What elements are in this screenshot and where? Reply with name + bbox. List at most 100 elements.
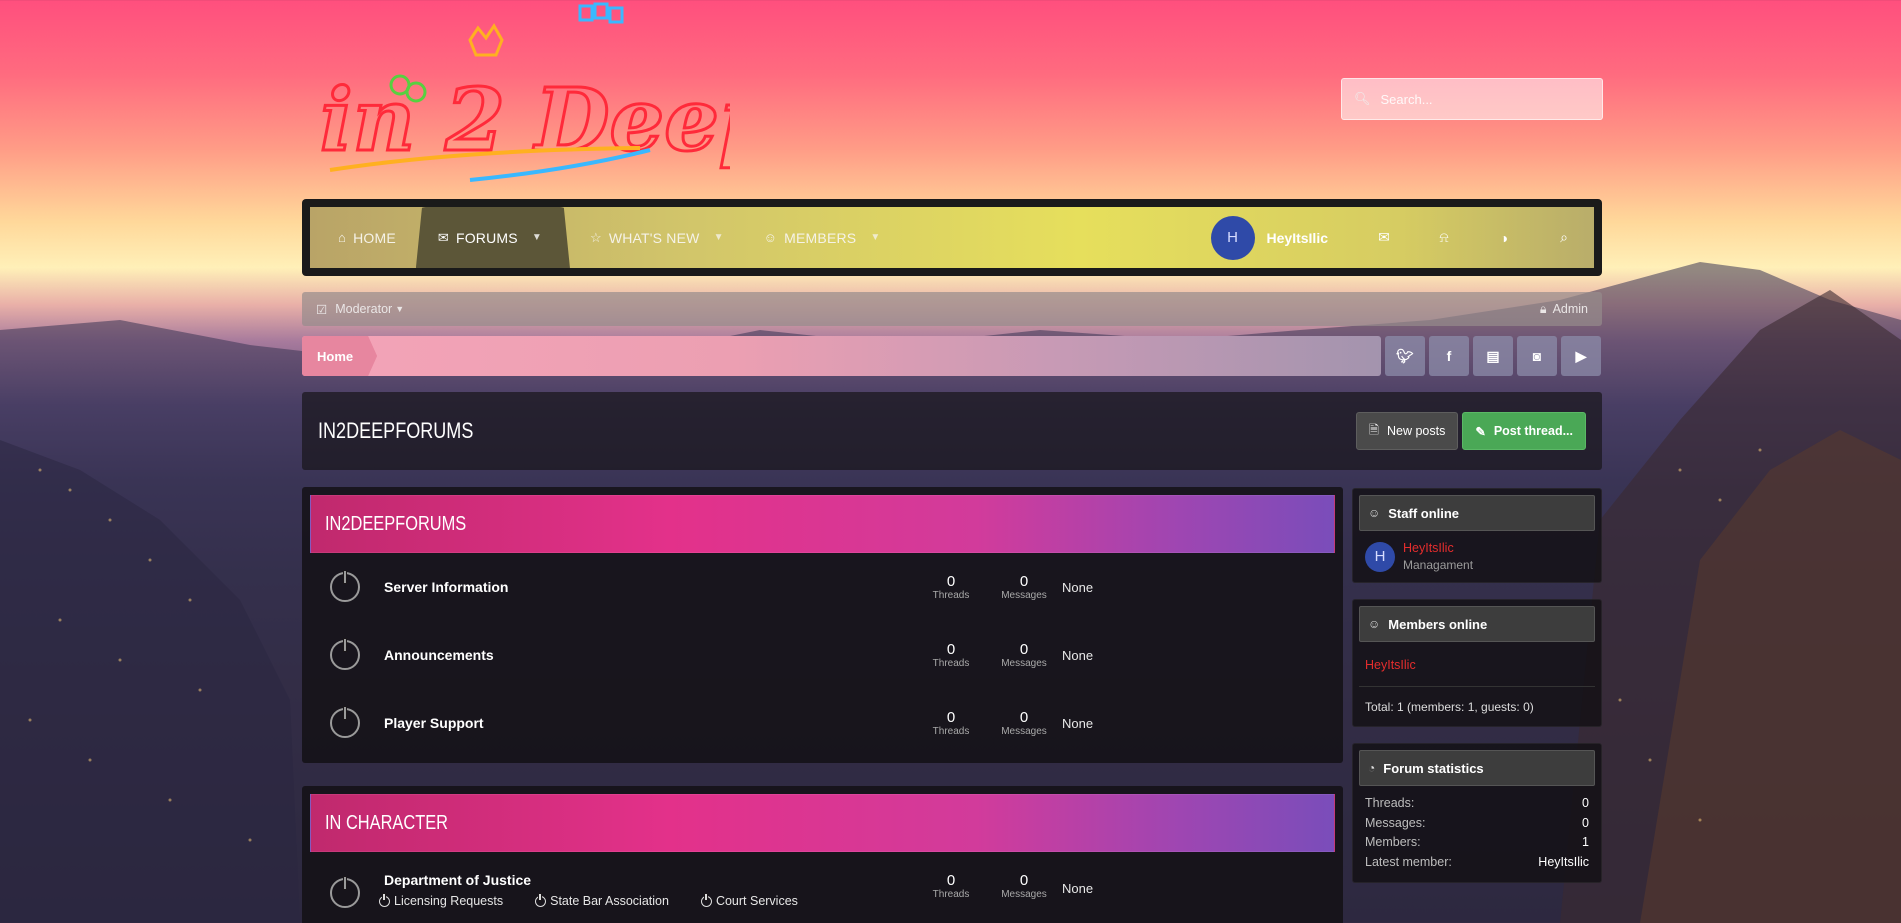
user-icon: ☺ <box>1368 617 1381 631</box>
subforum-link[interactable]: State Bar Association <box>535 893 669 908</box>
avatar[interactable]: H <box>1210 215 1255 260</box>
messages-count: 0 <box>1019 872 1029 889</box>
widget-header: ☺ Members online <box>1359 606 1595 642</box>
widget-header: ☺ Staff online <box>1359 495 1595 531</box>
messages-stat: 0 Messages <box>994 709 1054 737</box>
chevron-down-icon[interactable]: ▼ <box>714 232 724 243</box>
twitter-icon[interactable]: 🐦︎ <box>1385 336 1425 376</box>
threads-count: 0 <box>946 872 956 889</box>
nav-username[interactable]: HeyItsIlic <box>1267 230 1328 246</box>
power-icon <box>700 893 712 907</box>
subforum-label: Court Services <box>715 894 798 908</box>
widget-title: Members online <box>1388 616 1488 632</box>
breadcrumb: Home <box>302 336 1381 376</box>
post-thread-label: Post thread... <box>1493 424 1573 438</box>
forum-node[interactable]: Department of Justice Licensing Requests… <box>310 852 1335 920</box>
main-navigation: ⌂ HOME ✉ FORUMS ▼ ☆ WHAT'S NEW ▼ ☺ MEMBE… <box>302 199 1602 276</box>
threads-label: Threads <box>932 590 970 601</box>
category-block: IN2DEEPFORUMS Server Information 0 Threa… <box>302 487 1343 763</box>
staff-online-widget: ☺ Staff online H HeyItsIlic Managament <box>1352 488 1602 583</box>
forum-list: IN2DEEPFORUMS Server Information 0 Threa… <box>302 487 1343 923</box>
threads-stat: 0 Threads <box>921 573 981 601</box>
forum-title[interactable]: Announcements <box>384 647 494 663</box>
last-post: None <box>1062 715 1094 731</box>
stat-row: Messages: 0 <box>1365 816 1589 836</box>
tab-members[interactable]: ☺ MEMBERS ▼ <box>744 207 901 268</box>
category-header[interactable]: IN CHARACTER <box>310 794 1335 852</box>
search-input[interactable] <box>1380 91 1581 107</box>
logo-text: in 2 Deep <box>320 70 730 171</box>
tab-whats-new[interactable]: ☆ WHAT'S NEW ▼ <box>570 207 744 268</box>
twitch-icon[interactable]: ▤ <box>1473 336 1513 376</box>
stat-label: Messages: <box>1365 815 1426 830</box>
category-header[interactable]: IN2DEEPFORUMS <box>310 495 1335 553</box>
new-posts-button[interactable]: 🗎 New posts <box>1355 412 1459 450</box>
forum-node[interactable]: Player Support 0 Threads 0 Messages None <box>310 689 1335 757</box>
forum-title[interactable]: Department of Justice <box>384 872 531 888</box>
threads-stat: 0 Threads <box>921 872 981 900</box>
user-lock-icon: ☺ <box>1368 506 1381 520</box>
checkbox-icon: ☑ <box>316 302 328 317</box>
post-thread-button[interactable]: ✎ Post thread... <box>1462 412 1586 450</box>
messages-label: Messages <box>1001 889 1047 900</box>
inbox-icon[interactable]: ✉ <box>1354 229 1414 246</box>
breadcrumb-home[interactable]: Home <box>302 336 378 376</box>
threads-count: 0 <box>946 709 956 726</box>
last-post: None <box>1062 881 1094 896</box>
messages-label: Messages <box>1001 726 1047 737</box>
stat-row: Members: 1 <box>1365 835 1589 855</box>
messages-count: 0 <box>1019 709 1029 726</box>
power-icon <box>330 570 360 602</box>
header-search-box[interactable]: 🔍︎ <box>1341 78 1603 120</box>
stat-row: Threads: 0 <box>1365 796 1589 816</box>
online-member-link[interactable]: HeyItsIlic <box>1365 658 1416 672</box>
category-title: IN2DEEPFORUMS <box>325 512 467 535</box>
tab-forums[interactable]: ✉ FORUMS ▼ <box>415 207 570 268</box>
forum-node[interactable]: Announcements 0 Threads 0 Messages None <box>310 621 1335 689</box>
threads-stat: 0 Threads <box>921 641 981 669</box>
messages-stat: 0 Messages <box>994 573 1054 601</box>
stat-row: Latest member: HeyItsIlic <box>1365 855 1589 875</box>
lock-icon: 🔒︎ <box>1539 301 1547 316</box>
messages-label: Messages <box>1001 590 1047 601</box>
messages-stat: 0 Messages <box>994 641 1054 669</box>
power-icon <box>330 876 360 908</box>
youtube-icon[interactable]: ▶ <box>1561 336 1601 376</box>
tab-home[interactable]: ⌂ HOME <box>310 207 416 268</box>
stat-value: 1 <box>1582 835 1589 849</box>
messages-label: Messages <box>1001 658 1047 669</box>
forum-title[interactable]: Player Support <box>384 715 484 731</box>
stat-label: Members: <box>1365 835 1421 849</box>
chevron-down-icon[interactable]: ▼ <box>532 232 542 243</box>
facebook-icon[interactable]: f <box>1429 336 1469 376</box>
messages-count: 0 <box>1019 641 1029 658</box>
chevron-down-icon[interactable]: ▼ <box>395 304 404 314</box>
staff-username[interactable]: HeyItsIlic <box>1403 541 1473 555</box>
widget-title: Forum statistics <box>1383 760 1484 776</box>
site-logo[interactable]: in 2 Deep <box>310 0 730 190</box>
subforum-link[interactable]: Licensing Requests <box>379 893 503 908</box>
forum-title[interactable]: Server Information <box>384 579 508 595</box>
category-title: IN CHARACTER <box>325 811 449 834</box>
crown-icon <box>468 23 504 57</box>
social-links: 🐦︎ f ▤ ◙ ▶ <box>1385 336 1601 376</box>
avatar[interactable]: H <box>1365 541 1395 572</box>
bell-icon[interactable]: ⍾ <box>1414 229 1474 246</box>
power-icon <box>330 638 360 670</box>
moderator-menu[interactable]: Moderator <box>335 302 392 316</box>
latest-member-link[interactable]: HeyItsIlic <box>1538 855 1589 875</box>
stat-label: Threads: <box>1365 796 1415 810</box>
page-header: IN2DEEPFORUMS 🗎 New posts ✎ Post thread.… <box>302 392 1602 470</box>
style-toggle-icon[interactable]: ◑ <box>1474 230 1534 246</box>
search-icon: 🔍︎ <box>1354 91 1371 106</box>
discord-icon[interactable]: ◙ <box>1517 336 1557 376</box>
subforum-label: State Bar Association <box>550 894 669 908</box>
chevron-down-icon[interactable]: ▼ <box>870 232 880 243</box>
subforum-list: Licensing Requests State Bar Association… <box>379 893 798 908</box>
forum-node[interactable]: Server Information 0 Threads 0 Messages … <box>310 553 1335 621</box>
stat-value: 0 <box>1582 796 1589 810</box>
search-icon[interactable]: ⌕ <box>1534 229 1594 246</box>
members-online-widget: ☺ Members online HeyItsIlic Total: 1 (me… <box>1352 599 1602 727</box>
admin-link[interactable]: Admin <box>1553 302 1588 316</box>
subforum-link[interactable]: Court Services <box>700 893 798 908</box>
